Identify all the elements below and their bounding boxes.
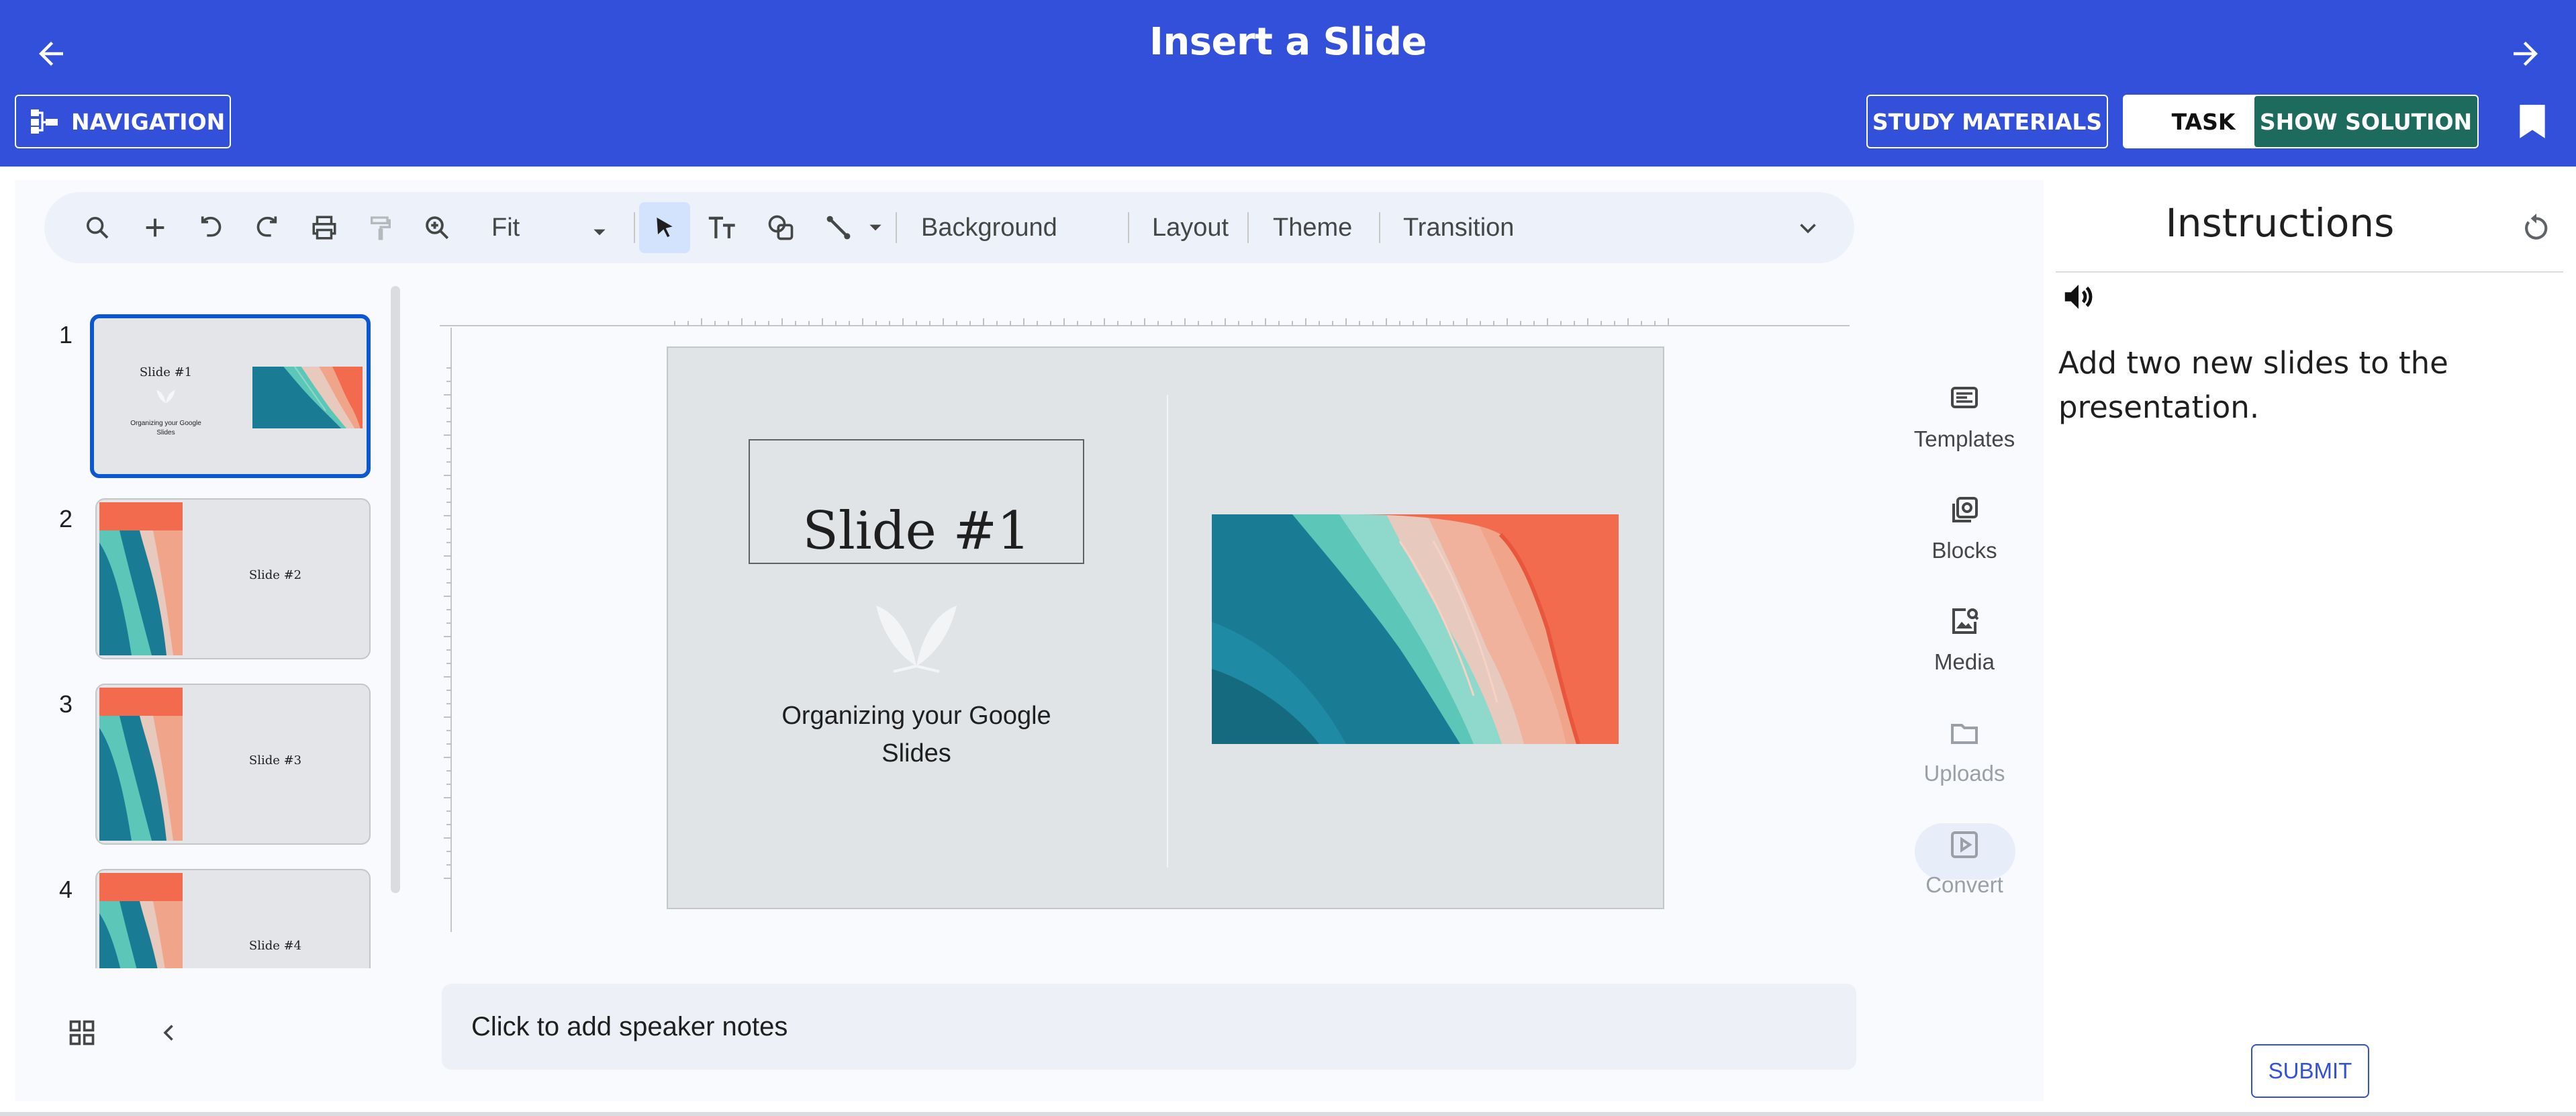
convert-button: Convert: [1911, 829, 2018, 898]
navigation-label: NAVIGATION: [71, 108, 226, 135]
collapse-filmstrip-icon[interactable]: [149, 1013, 189, 1053]
vertical-ruler: [440, 328, 452, 932]
instructions-text: Add two new slides to the presentation.: [2058, 345, 2448, 425]
thumbnail-number: 1: [58, 321, 73, 348]
blocks-icon: [1948, 494, 1981, 530]
slide-thumbnail-1[interactable]: Slide #1 Organizing your Google Slides: [90, 314, 371, 478]
slides-editor: Fit Background Layout Theme Transition 1…: [15, 180, 2044, 1101]
thumbnail-canvas: Slide #4: [183, 873, 368, 968]
toolbar-divider: [1379, 212, 1380, 243]
slide-title-textbox[interactable]: Slide #1: [749, 439, 1084, 564]
wave-image[interactable]: [1212, 514, 1619, 744]
leaf-logo-icon: [156, 388, 176, 408]
panel-divider: [2056, 271, 2563, 273]
redo-icon[interactable]: [247, 208, 286, 247]
convert-icon: [1948, 829, 1981, 864]
thumbnail-canvas: Slide #1 Organizing your Google Slides: [101, 322, 365, 470]
thumbnail-title: Slide #3: [248, 753, 302, 768]
thumbnail-wave-image: [99, 873, 183, 968]
slide-divider: [1167, 395, 1168, 868]
shape-icon[interactable]: [761, 208, 800, 247]
zoom-select[interactable]: Fit: [491, 207, 626, 248]
select-tool-icon[interactable]: [639, 202, 690, 253]
thumbnail-number: 4: [58, 876, 73, 903]
background-button[interactable]: Background: [921, 207, 1057, 248]
thumbnail-title: Slide #2: [248, 568, 302, 582]
instructions-title: Instructions: [2165, 200, 2395, 246]
line-options-caret-icon[interactable]: [862, 208, 889, 247]
line-icon[interactable]: [819, 208, 858, 247]
toolbar-divider: [896, 212, 897, 243]
media-icon: [1948, 606, 1981, 641]
thumbnail-canvas: Slide #2: [183, 502, 368, 655]
forward-arrow-icon[interactable]: [2499, 27, 2553, 81]
thumbnail-wave-image: [252, 367, 363, 428]
templates-button[interactable]: Templates: [1911, 383, 2018, 452]
slide-canvas-area: Slide #1 Organizing your Google Slides: [440, 314, 1850, 991]
blocks-button[interactable]: Blocks: [1911, 494, 2018, 563]
current-slide[interactable]: Slide #1 Organizing your Google Slides: [667, 346, 1664, 909]
layout-button[interactable]: Layout: [1152, 207, 1229, 248]
slide-thumbnail-2[interactable]: Slide #2: [95, 498, 371, 659]
transition-button[interactable]: Transition: [1403, 207, 1514, 248]
toolbar-divider: [1247, 212, 1249, 243]
header-bar: Insert a Slide NAVIGATION STUDY MATERIAL…: [0, 0, 2576, 167]
uploads-label: Uploads: [1923, 761, 2005, 786]
thumbnail-subtitle: Organizing your Google Slides: [130, 420, 201, 436]
filmstrip-clip: Slide #4: [95, 869, 371, 968]
zoom-icon[interactable]: [418, 208, 457, 247]
page-title: Insert a Slide: [1149, 20, 1427, 64]
zoom-value: Fit: [491, 213, 520, 242]
study-materials-button[interactable]: STUDY MATERIALS: [1866, 95, 2108, 148]
print-icon[interactable]: [305, 208, 344, 247]
toolbar-divider: [634, 212, 635, 243]
thumbnail-number: 3: [58, 690, 73, 718]
slide-title: Slide #1: [802, 501, 1031, 561]
thumbnail-wave-image: [99, 688, 183, 841]
instructions-panel: Instructions Add two new slides to the p…: [2045, 180, 2576, 1101]
filmstrip-scrollbar[interactable]: [391, 286, 400, 893]
slide-subtitle[interactable]: Organizing your Google Slides: [749, 697, 1084, 772]
editor-toolbar: Fit Background Layout Theme Transition: [44, 192, 1854, 263]
uploads-button: Uploads: [1911, 717, 2018, 786]
undo-icon[interactable]: [192, 208, 231, 247]
templates-icon: [1948, 383, 1981, 418]
toolbar-divider: [1128, 212, 1129, 243]
reset-icon[interactable]: [2515, 207, 2558, 250]
thumbnail-number: 2: [58, 505, 73, 532]
grid-view-icon[interactable]: [62, 1013, 102, 1053]
slide-thumbnail-3[interactable]: Slide #3: [95, 684, 371, 845]
thumbnail-canvas: Slide #3: [183, 688, 368, 841]
thumbnail-title: Slide #4: [248, 939, 302, 953]
leaf-logo-icon: [867, 599, 966, 676]
bookmark-icon[interactable]: [2506, 95, 2559, 148]
sitemap-icon: [30, 108, 59, 135]
thumbnail-wave-image: [99, 502, 183, 655]
blocks-label: Blocks: [1931, 538, 1997, 563]
search-icon[interactable]: [78, 208, 117, 247]
add-slide-icon[interactable]: [136, 208, 175, 247]
horizontal-ruler: [440, 314, 1850, 326]
text-box-icon[interactable]: [704, 208, 743, 247]
folder-icon: [1948, 717, 1981, 753]
bottom-border: [0, 1112, 2576, 1116]
thumbnail-title: Slide #1: [139, 365, 193, 379]
convert-label: Convert: [1925, 872, 2003, 897]
theme-button[interactable]: Theme: [1273, 207, 1352, 248]
speaker-notes[interactable]: Click to add speaker notes: [442, 984, 1856, 1070]
templates-label: Templates: [1913, 426, 2015, 451]
speaker-icon[interactable]: [2058, 277, 2099, 317]
show-solution-button[interactable]: SHOW SOLUTION: [2253, 95, 2479, 148]
chevron-down-icon[interactable]: [1788, 208, 1827, 247]
paint-format-icon: [361, 208, 400, 247]
navigation-button[interactable]: NAVIGATION: [15, 95, 231, 148]
submit-button[interactable]: SUBMIT: [2251, 1044, 2369, 1098]
media-label: Media: [1934, 649, 1995, 674]
slide-thumbnail-4[interactable]: Slide #4: [95, 869, 371, 968]
media-button[interactable]: Media: [1911, 606, 2018, 675]
caret-down-icon: [591, 219, 608, 248]
